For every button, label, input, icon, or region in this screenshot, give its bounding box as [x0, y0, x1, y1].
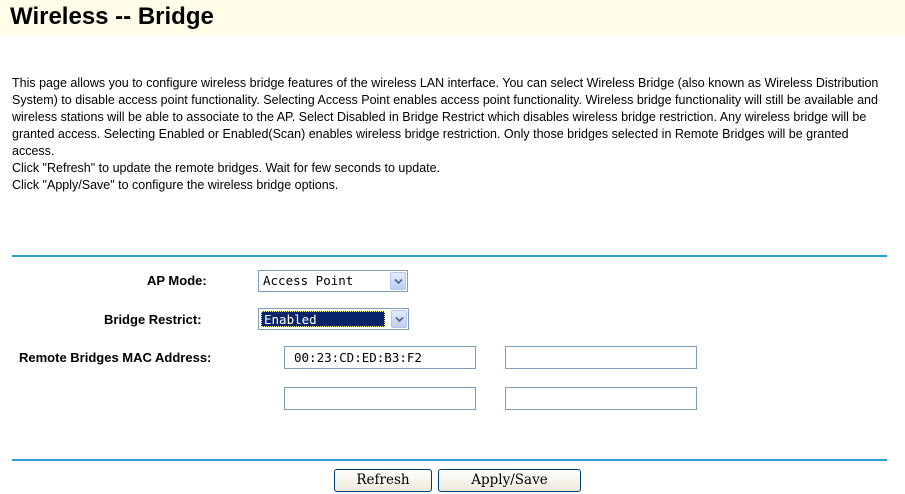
apply-save-button[interactable]: Apply/Save [438, 469, 581, 492]
ap-mode-selected-value: Access Point [263, 273, 354, 288]
mac-address-field-1[interactable]: 00:23:CD:ED:B3:F2 [284, 346, 476, 369]
bridge-restrict-select[interactable]: Enabled [258, 308, 409, 330]
mac-address-field-3[interactable] [284, 387, 476, 410]
refresh-button[interactable]: Refresh [334, 469, 432, 492]
description-apply-hint: Click "Apply/Save" to configure the wire… [12, 178, 339, 192]
mac-address-field-4[interactable] [505, 387, 697, 410]
page-title: Wireless -- Bridge [10, 3, 214, 30]
chevron-down-icon[interactable] [391, 310, 407, 328]
description-refresh-hint: Click "Refresh" to update the remote bri… [12, 161, 441, 175]
ap-mode-label: AP Mode: [147, 273, 207, 288]
wireless-bridge-page: Wireless -- Bridge This page allows you … [0, 0, 905, 494]
chevron-down-icon[interactable] [390, 272, 406, 290]
description-paragraph: This page allows you to configure wirele… [12, 76, 879, 158]
ap-mode-select[interactable]: Access Point [258, 270, 408, 292]
bottom-divider [12, 459, 887, 461]
bridge-restrict-selected-value: Enabled [261, 311, 385, 327]
page-description: This page allows you to configure wirele… [12, 75, 894, 194]
remote-bridges-mac-label: Remote Bridges MAC Address: [19, 350, 212, 365]
mac-address-field-2[interactable] [505, 346, 697, 369]
bridge-restrict-label: Bridge Restrict: [104, 312, 202, 327]
top-divider [12, 255, 887, 257]
